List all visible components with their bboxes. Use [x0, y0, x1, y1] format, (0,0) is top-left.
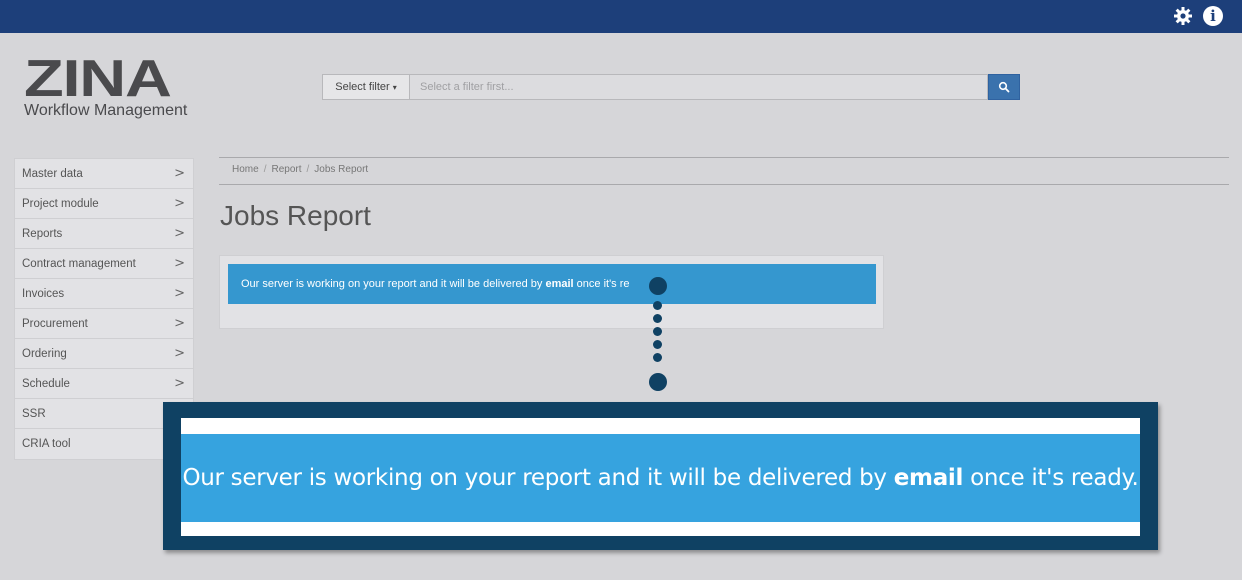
sidebar-item-schedule[interactable]: Schedule > [15, 369, 193, 399]
alert-text-end: once it's re [573, 278, 630, 290]
sidebar-item-contract-management[interactable]: Contract management > [15, 249, 193, 279]
chevron-right-icon: > [174, 196, 185, 211]
sidebar-item-project-module[interactable]: Project module > [15, 189, 193, 219]
info-icon-glyph: i [1203, 6, 1223, 26]
sidebar-item-label: Reports [22, 227, 63, 240]
sidebar-item-label: Schedule [22, 377, 70, 390]
sidebar-item-reports[interactable]: Reports > [15, 219, 193, 249]
callout-connector-end [649, 373, 667, 391]
sidebar-item-label: Contract management [22, 257, 136, 270]
alert-text: Our server is working on your report and… [241, 278, 630, 290]
sidebar-item-label: SSR [22, 407, 46, 420]
sidebar-item-label: Project module [22, 197, 99, 210]
page-title: Jobs Report [220, 200, 371, 231]
sidebar-item-ordering[interactable]: Ordering > [15, 339, 193, 369]
callout-inner-frame: Our server is working on your report and… [181, 418, 1140, 536]
chevron-right-icon: > [174, 316, 185, 331]
top-bar: i [0, 0, 1242, 33]
search-icon [998, 81, 1010, 93]
caret-down-icon: ▾ [392, 82, 397, 92]
search-button[interactable] [988, 74, 1020, 100]
alert-text-start: Our server is working on your report and… [241, 278, 546, 290]
sidebar-item-label: Master data [22, 167, 83, 180]
callout-connector-start [649, 277, 667, 295]
breadcrumb-home-link[interactable]: Home [232, 164, 259, 175]
logo-mark: ZINA [24, 50, 172, 108]
breadcrumb-current: Jobs Report [314, 164, 369, 175]
sidebar-item-master-data[interactable]: Master data > [15, 159, 193, 189]
sidebar-item-procurement[interactable]: Procurement > [15, 309, 193, 339]
breadcrumb-divider-bottom [219, 184, 1229, 185]
callout-connector-dot [653, 301, 662, 310]
select-filter-label: Select filter [335, 81, 390, 93]
alert-text-bold: email [545, 278, 574, 290]
breadcrumb: Home / Report / Jobs Report [232, 164, 368, 175]
callout-text-start: Our server is working on your report and… [182, 465, 894, 491]
sidebar-item-label: Ordering [22, 347, 67, 360]
breadcrumb-separator: / [306, 164, 310, 175]
report-status-alert: Our server is working on your report and… [228, 264, 876, 304]
sidebar-item-invoices[interactable]: Invoices > [15, 279, 193, 309]
callout-connector-dot [653, 340, 662, 349]
chevron-right-icon: > [174, 346, 185, 361]
zina-logo[interactable]: ZINA Workflow Management [24, 53, 214, 126]
callout-text: Our server is working on your report and… [182, 465, 1138, 491]
sidebar-item-label: Procurement [22, 317, 88, 330]
breadcrumb-report-link[interactable]: Report [271, 164, 301, 175]
select-filter-button[interactable]: Select filter ▾ [322, 74, 410, 100]
sidebar-item-label: CRIA tool [22, 438, 71, 450]
callout-connector-dot [653, 327, 662, 336]
callout-message: Our server is working on your report and… [181, 434, 1140, 522]
breadcrumb-separator: / [263, 164, 267, 175]
info-icon[interactable]: i [1203, 6, 1223, 26]
search-input[interactable] [410, 74, 988, 100]
search-bar: Select filter ▾ [322, 74, 1020, 100]
gear-icon[interactable] [1173, 6, 1193, 26]
callout-text-end: once it's ready. [963, 465, 1139, 491]
breadcrumb-divider-top [219, 157, 1229, 158]
callout-connector-dot [653, 353, 662, 362]
chevron-right-icon: > [174, 166, 185, 181]
chevron-right-icon: > [174, 286, 185, 301]
chevron-right-icon: > [174, 256, 185, 271]
sidebar-item-label: Invoices [22, 287, 65, 300]
chevron-right-icon: > [174, 226, 185, 241]
zoom-callout: Our server is working on your report and… [163, 402, 1158, 550]
chevron-right-icon: > [174, 376, 185, 391]
callout-connector-dot [653, 314, 662, 323]
callout-text-bold: email [893, 465, 964, 491]
